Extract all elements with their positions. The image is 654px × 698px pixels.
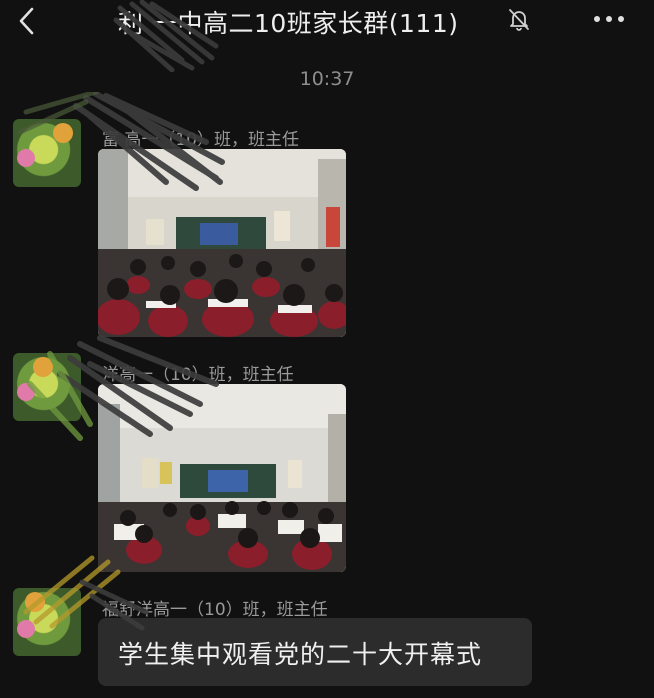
- more-dots-icon: [594, 16, 624, 22]
- chevron-left-icon: [19, 7, 34, 35]
- message-timestamp: 10:37: [299, 68, 355, 90]
- sender-avatar[interactable]: [13, 353, 81, 421]
- sender-avatar[interactable]: [13, 588, 81, 656]
- classroom-photo[interactable]: [98, 149, 346, 337]
- more-options-button[interactable]: [592, 9, 626, 29]
- group-title: 利 一中高二10班家长群(111): [118, 9, 459, 38]
- sender-name: 福舒洋高一（10）班，班主任: [102, 600, 328, 620]
- message-bubble[interactable]: 学生集中观看党的二十大开幕式: [98, 618, 532, 686]
- sender-name: 洋高一（10）班，班主任: [102, 365, 294, 385]
- back-button[interactable]: [14, 6, 42, 36]
- classroom-photo[interactable]: [98, 384, 346, 572]
- message-text: 学生集中观看党的二十大开幕式: [118, 640, 483, 669]
- sender-avatar[interactable]: [13, 119, 81, 187]
- chat-header: 利 一中高二10班家长群(111): [0, 0, 654, 72]
- bell-muted-icon: [507, 7, 531, 31]
- sender-name: 富 高一（10）班，班主任: [102, 130, 300, 150]
